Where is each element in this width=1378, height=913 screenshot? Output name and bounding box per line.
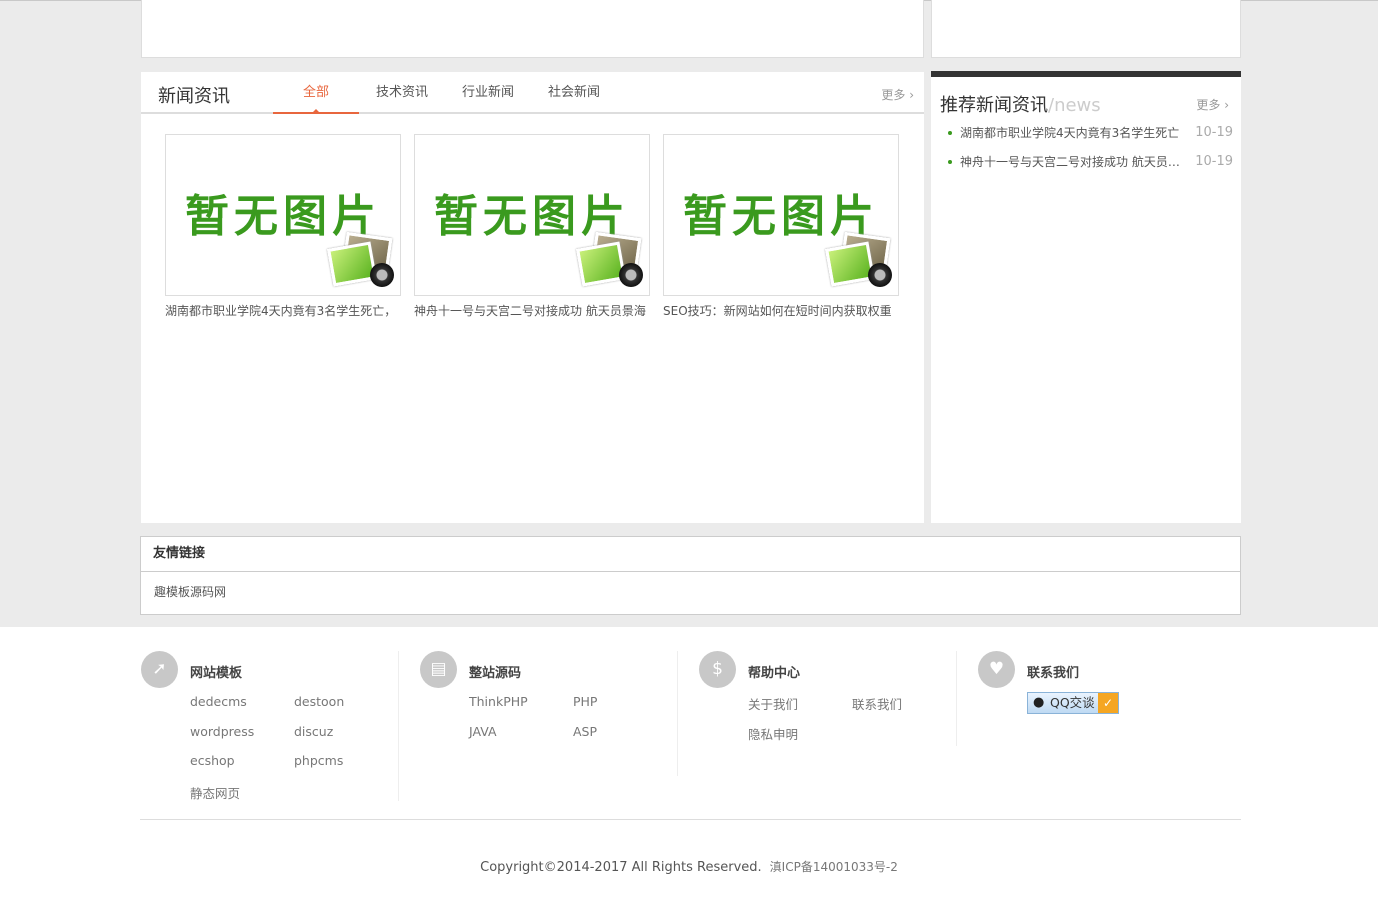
friend-links-title: 友情链接 bbox=[141, 537, 1240, 572]
footer-link[interactable]: discuz bbox=[294, 724, 398, 754]
friend-links-list: 趣模板源码网 bbox=[141, 572, 1240, 612]
news-card[interactable]: 暂无图片 SEO技巧：新网站如何在短时间内获取权重 bbox=[663, 134, 899, 319]
footer-column-title: 整站源码 bbox=[469, 666, 522, 681]
recommended-list: 湖南都市职业学院4天内竟有3名学生死亡 10-19 神舟十一号与天宫二号对接成功… bbox=[948, 125, 1233, 183]
footer-link[interactable]: PHP bbox=[573, 694, 677, 724]
top-right-panel bbox=[931, 0, 1241, 58]
news-more-label: 更多 bbox=[881, 88, 906, 102]
heart-icon: ♥ bbox=[978, 651, 1015, 688]
news-more-link[interactable]: 更多 › bbox=[881, 86, 914, 103]
footer-link[interactable]: JAVA bbox=[469, 724, 573, 754]
footer-link[interactable]: ThinkPHP bbox=[469, 694, 573, 724]
footer-column-title: 帮助中心 bbox=[748, 666, 801, 681]
footer-divider bbox=[398, 651, 399, 801]
recommended-more-label: 更多 bbox=[1196, 98, 1221, 112]
news-thumbnail[interactable]: 暂无图片 bbox=[663, 134, 899, 296]
news-header: 新闻资讯 全部 技术资讯 行业新闻 社会新闻 更多 › bbox=[141, 72, 924, 114]
tab-tech-news[interactable]: 技术资讯 bbox=[359, 72, 445, 114]
footer-column-title: 网站模板 bbox=[190, 666, 243, 681]
news-card-caption[interactable]: SEO技巧：新网站如何在短时间内获取权重 bbox=[663, 302, 899, 319]
copyright: Copyright©2014-2017 All Rights Reserved.… bbox=[0, 858, 1378, 875]
footer-link[interactable]: phpcms bbox=[294, 753, 398, 783]
footer-links: dedecms destoon wordpress discuz ecshop … bbox=[190, 694, 410, 812]
footer-link[interactable]: ASP bbox=[573, 724, 677, 754]
footer-divider bbox=[677, 651, 678, 776]
footer-column-contact: ♥ 联系我们 QQ交谈✓ bbox=[978, 651, 1236, 801]
footer-link[interactable]: 静态网页 bbox=[190, 783, 294, 813]
dollar-icon: $ bbox=[699, 651, 736, 688]
footer-link[interactable]: destoon bbox=[294, 694, 398, 724]
news-thumbnail[interactable]: 暂无图片 bbox=[165, 134, 401, 296]
footer-link[interactable]: 联系我们 bbox=[852, 694, 956, 724]
news-card-caption[interactable]: 湖南都市职业学院4天内竟有3名学生死亡， bbox=[165, 302, 401, 319]
footer-link[interactable]: 关于我们 bbox=[748, 694, 852, 724]
footer-column-source: ▤ 整站源码 ThinkPHP PHP JAVA ASP bbox=[420, 651, 678, 801]
recommended-item-date: 10-19 bbox=[1195, 154, 1233, 169]
footer-column-help: $ 帮助中心 关于我们 联系我们 隐私申明 bbox=[699, 651, 957, 801]
news-cards: 暂无图片 湖南都市职业学院4天内竟有3名学生死亡， 暂无图片 神舟十一号与天宫二… bbox=[165, 134, 912, 319]
top-left-panel bbox=[141, 0, 924, 58]
footer-links: ThinkPHP PHP JAVA ASP bbox=[469, 694, 689, 753]
recommended-title-text: 推荐新闻资讯 bbox=[940, 95, 1048, 116]
qq-chat-button[interactable]: QQ交谈✓ bbox=[1027, 692, 1119, 714]
recommended-news-panel: 推荐新闻资讯/news 更多 › 湖南都市职业学院4天内竟有3名学生死亡 10-… bbox=[931, 71, 1241, 523]
footer-links: 关于我们 联系我们 隐私申明 bbox=[748, 694, 968, 753]
list-item[interactable]: 神舟十一号与天宫二号对接成功 航天员景海鹏 10-19 bbox=[948, 154, 1233, 183]
recommended-more-link[interactable]: 更多 › bbox=[1196, 96, 1229, 113]
store-icon: ▤ bbox=[420, 651, 457, 688]
recommended-news-title: 推荐新闻资讯/news bbox=[940, 91, 1101, 117]
footer-link[interactable]: dedecms bbox=[190, 694, 294, 724]
compass-icon: ➚ bbox=[141, 651, 178, 688]
news-panel: 新闻资讯 全部 技术资讯 行业新闻 社会新闻 更多 › 暂无图片 湖南都市职业学… bbox=[141, 72, 924, 523]
icp-link[interactable]: 滇ICP备14001033号-2 bbox=[770, 860, 898, 874]
tab-industry-news[interactable]: 行业新闻 bbox=[445, 72, 531, 114]
list-item[interactable]: 湖南都市职业学院4天内竟有3名学生死亡 10-19 bbox=[948, 125, 1233, 154]
footer-rule bbox=[140, 819, 1241, 820]
footer: ➚ 网站模板 dedecms destoon wordpress discuz … bbox=[0, 627, 1378, 913]
footer-column-templates: ➚ 网站模板 dedecms destoon wordpress discuz … bbox=[141, 651, 399, 801]
news-card-caption[interactable]: 神舟十一号与天宫二号对接成功 航天员景海 bbox=[414, 302, 650, 319]
recommended-item-title[interactable]: 湖南都市职业学院4天内竟有3名学生死亡 bbox=[960, 125, 1182, 141]
news-thumbnail[interactable]: 暂无图片 bbox=[414, 134, 650, 296]
copyright-text: Copyright©2014-2017 All Rights Reserved. bbox=[480, 860, 762, 875]
footer-link[interactable]: 隐私申明 bbox=[748, 724, 852, 754]
news-title: 新闻资讯 bbox=[158, 86, 230, 107]
recommended-item-title[interactable]: 神舟十一号与天宫二号对接成功 航天员景海鹏 bbox=[960, 154, 1182, 170]
tab-social-news[interactable]: 社会新闻 bbox=[531, 72, 617, 114]
footer-divider bbox=[956, 651, 957, 746]
recommended-item-date: 10-19 bbox=[1195, 125, 1233, 140]
chevron-right-icon: › bbox=[909, 88, 914, 102]
recommended-title-en: /news bbox=[1048, 95, 1101, 116]
qq-chat-label: QQ交谈 bbox=[1050, 695, 1095, 710]
chevron-right-icon: › bbox=[1224, 98, 1229, 112]
news-card[interactable]: 暂无图片 神舟十一号与天宫二号对接成功 航天员景海 bbox=[414, 134, 650, 319]
footer-column-title: 联系我们 bbox=[1027, 666, 1080, 681]
photo-icon bbox=[825, 231, 892, 291]
tab-all[interactable]: 全部 bbox=[273, 72, 359, 114]
photo-icon bbox=[576, 231, 643, 291]
photo-icon bbox=[327, 231, 394, 291]
news-card[interactable]: 暂无图片 湖南都市职业学院4天内竟有3名学生死亡， bbox=[165, 134, 401, 319]
news-tabs: 全部 技术资讯 行业新闻 社会新闻 bbox=[273, 72, 617, 114]
footer-link[interactable]: wordpress bbox=[190, 724, 294, 754]
footer-link[interactable]: ecshop bbox=[190, 753, 294, 783]
friend-links-box: 友情链接 趣模板源码网 bbox=[140, 536, 1241, 615]
friend-link[interactable]: 趣模板源码网 bbox=[154, 585, 226, 599]
check-icon: ✓ bbox=[1098, 693, 1118, 713]
